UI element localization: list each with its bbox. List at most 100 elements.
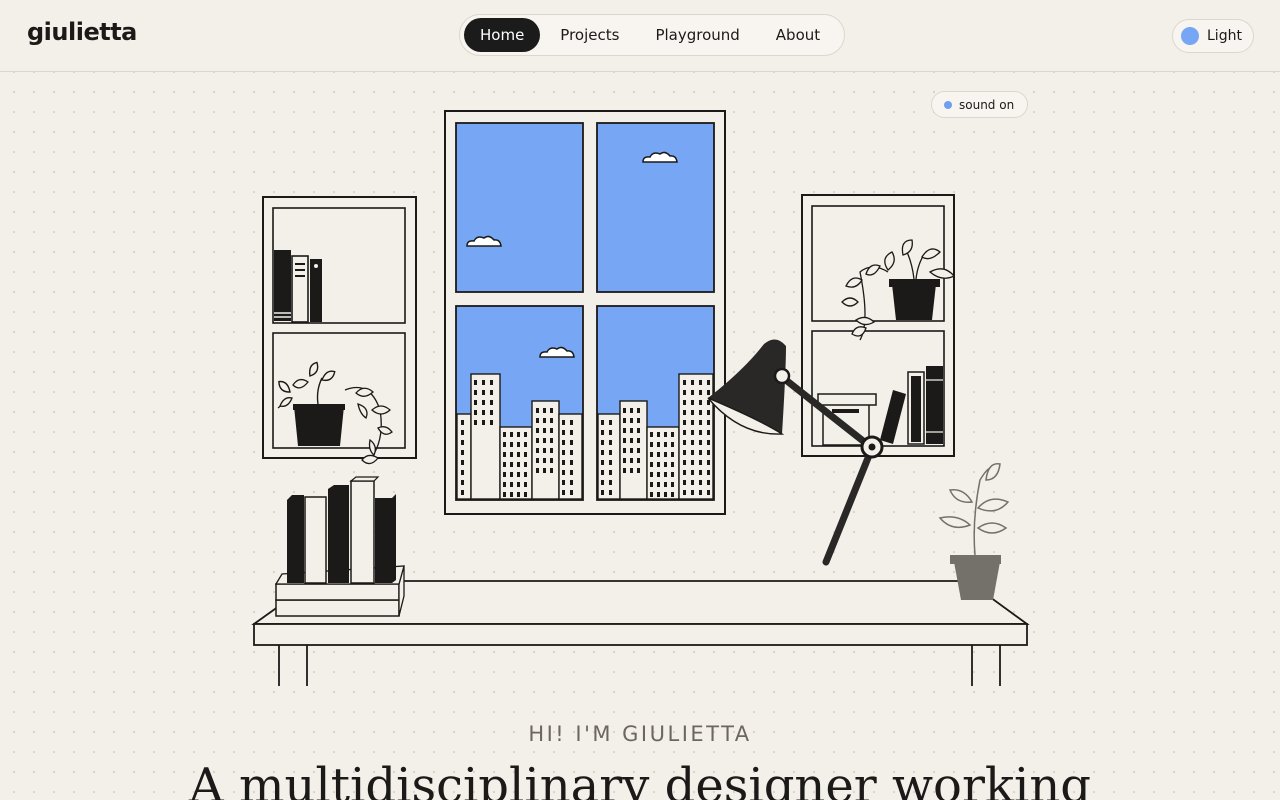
building-window: [461, 450, 464, 455]
building-window: [601, 460, 604, 465]
building-window: [543, 458, 546, 463]
building-window: [601, 490, 604, 495]
building-window: [570, 420, 573, 425]
building-window: [699, 380, 702, 385]
building-window: [543, 408, 546, 413]
building-window: [524, 482, 527, 487]
building-window: [637, 458, 640, 463]
building-window: [683, 490, 686, 495]
building-window: [482, 420, 485, 425]
building-window: [664, 482, 667, 487]
building-window: [683, 430, 686, 435]
building-window: [517, 492, 520, 497]
building-window: [570, 460, 573, 465]
building-window: [657, 462, 660, 467]
building-window: [609, 430, 612, 435]
building-window: [623, 458, 626, 463]
desk-plant: [938, 463, 1010, 600]
building-window: [601, 420, 604, 425]
building-window: [517, 462, 520, 467]
building-window: [562, 460, 565, 465]
building-window: [524, 432, 527, 437]
building-window: [699, 470, 702, 475]
building-window: [699, 420, 702, 425]
building-window: [550, 438, 553, 443]
building-window: [490, 410, 493, 415]
building-window: [461, 420, 464, 425]
building-window: [637, 468, 640, 473]
building-window: [550, 448, 553, 453]
building-window: [699, 390, 702, 395]
building-window: [570, 430, 573, 435]
sound-toggle-button[interactable]: sound on: [931, 91, 1028, 118]
building-window: [699, 430, 702, 435]
building-window: [536, 438, 539, 443]
building-window: [609, 450, 612, 455]
building-window: [707, 390, 710, 395]
building-window: [503, 472, 506, 477]
building-window: [550, 408, 553, 413]
building-window: [517, 432, 520, 437]
building-window: [510, 452, 513, 457]
building-window: [524, 472, 527, 477]
building-window: [691, 400, 694, 405]
building-window: [650, 442, 653, 447]
building-window: [691, 420, 694, 425]
building-window: [609, 460, 612, 465]
building-window: [691, 390, 694, 395]
building-window: [490, 380, 493, 385]
building-window: [630, 458, 633, 463]
building-window: [671, 462, 674, 467]
building-window: [683, 480, 686, 485]
building-window: [482, 390, 485, 395]
left-shelf: [262, 196, 417, 465]
hero-eyebrow: HI! I'M GIULIETTA: [528, 722, 752, 746]
building-window: [517, 472, 520, 477]
building-window: [691, 460, 694, 465]
building-window: [683, 450, 686, 455]
building-window: [562, 420, 565, 425]
building-window: [650, 452, 653, 457]
building-window: [543, 428, 546, 433]
building-window: [536, 418, 539, 423]
building-window: [683, 460, 686, 465]
building-window: [707, 460, 710, 465]
building-window: [664, 442, 667, 447]
building-window: [601, 470, 604, 475]
building-window: [543, 448, 546, 453]
building-window: [482, 410, 485, 415]
building-window: [707, 410, 710, 415]
building-window: [609, 470, 612, 475]
building-window: [474, 420, 477, 425]
building-window: [671, 472, 674, 477]
building-window: [691, 450, 694, 455]
building-window: [601, 440, 604, 445]
building-window: [550, 418, 553, 423]
building-window: [517, 442, 520, 447]
building-window: [691, 440, 694, 445]
building-window: [474, 380, 477, 385]
building-window: [630, 428, 633, 433]
building-window: [609, 420, 612, 425]
building-window: [623, 448, 626, 453]
building-window: [570, 490, 573, 495]
building-window: [461, 490, 464, 495]
building-window: [461, 470, 464, 475]
page: giulietta Home Projects Playground About…: [0, 0, 1280, 800]
sound-status-icon: [944, 100, 952, 109]
building-window: [570, 440, 573, 445]
building-window: [630, 438, 633, 443]
building-window: [657, 442, 660, 447]
building-window: [691, 480, 694, 485]
building-window: [691, 380, 694, 385]
building-window: [550, 458, 553, 463]
building-window: [699, 440, 702, 445]
building-window: [503, 442, 506, 447]
building-window: [683, 380, 686, 385]
right-shelf: [801, 194, 956, 457]
building-window: [623, 438, 626, 443]
building-window: [517, 482, 520, 487]
hero-illustration: [251, 110, 1030, 686]
building-window: [671, 452, 674, 457]
building-window: [524, 442, 527, 447]
